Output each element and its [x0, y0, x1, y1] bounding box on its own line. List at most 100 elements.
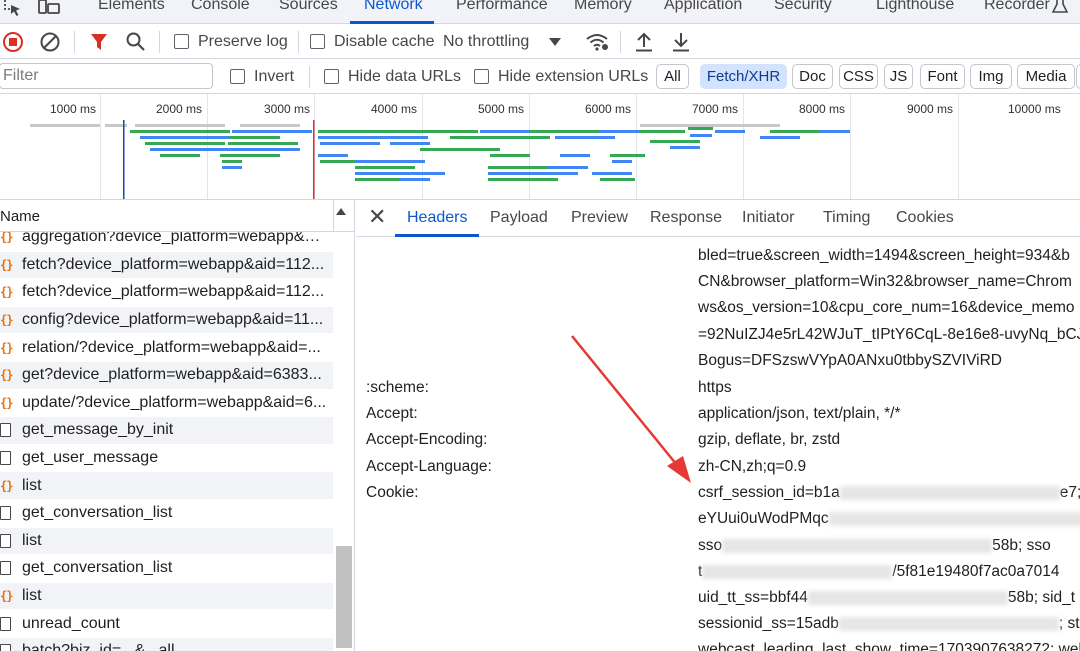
hide-data-urls-checkbox[interactable]: Hide data URLs	[324, 59, 461, 94]
fetch-request-icon: {}	[0, 313, 22, 327]
type-filter-css[interactable]: CSS	[839, 64, 878, 89]
invert-checkbox[interactable]: Invert	[230, 59, 294, 94]
request-row[interactable]: batch?biz_id=...&...all	[0, 637, 333, 651]
request-row[interactable]: {} get?device_platform=webapp&aid=6383...	[0, 361, 333, 390]
request-row[interactable]: {} fetch?device_platform=webapp&aid=112..…	[0, 279, 333, 307]
request-row[interactable]: unread_count	[0, 610, 333, 638]
document-icon	[0, 616, 22, 631]
type-filter-js[interactable]: JS	[884, 64, 913, 89]
tab-console[interactable]: Console	[191, 0, 250, 14]
type-filter-media[interactable]: Media	[1017, 64, 1075, 89]
tab-memory[interactable]: Memory	[574, 0, 632, 14]
request-bar	[220, 154, 280, 157]
request-row[interactable]: list	[0, 527, 333, 556]
clear-icon[interactable]	[40, 24, 60, 59]
column-header-name[interactable]: Name	[0, 208, 40, 225]
path-line: CN&browser_platform=Win32&browser_name=C…	[698, 273, 1072, 290]
scrollbar-thumb[interactable]	[336, 546, 352, 648]
dom-content-loaded-marker	[123, 120, 125, 199]
type-filter-img[interactable]: Img	[970, 64, 1012, 89]
type-filter-doc[interactable]: Doc	[792, 64, 833, 89]
request-row[interactable]: {} fetch?device_platform=webapp&aid=112..…	[0, 251, 333, 280]
request-row[interactable]: {} list	[0, 582, 333, 611]
detail-tab-strip: ✕ Headers Payload Preview Response Initi…	[356, 200, 1080, 237]
tab-performance[interactable]: Performance	[456, 0, 548, 14]
request-bar	[640, 124, 780, 127]
path-line: =92NuIZJ4e5rL42WJuT_tIPtY6CqL-8e16e8-uvy…	[698, 326, 1080, 343]
throttling-select[interactable]: No throttling	[443, 24, 562, 59]
type-filter-font[interactable]: Font	[920, 64, 965, 89]
request-bar	[420, 148, 500, 151]
request-bar	[480, 130, 530, 133]
request-bar	[640, 130, 685, 133]
filter-input[interactable]: Filter	[0, 63, 213, 89]
network-overview[interactable]: 1000 ms 2000 ms 3000 ms 4000 ms 5000 ms …	[0, 94, 1080, 200]
cookie-text: sso	[698, 537, 723, 554]
document-glyph	[0, 423, 11, 438]
type-filter-fetch-xhr[interactable]: Fetch/XHR	[700, 64, 787, 89]
preserve-log-checkbox[interactable]: Preserve log	[174, 24, 288, 59]
tab-timing[interactable]: Timing	[823, 209, 870, 227]
request-row[interactable]: {} config?device_platform=webapp&aid=11..…	[0, 306, 333, 335]
request-list-pane: {} aggregation?device_platform=webapp&ai.…	[0, 200, 355, 651]
disable-cache-checkbox[interactable]: Disable cache	[310, 24, 435, 59]
request-bar	[150, 148, 210, 151]
fetch-request-icon: {}	[0, 341, 22, 355]
tab-response[interactable]: Response	[650, 209, 722, 227]
tab-lighthouse[interactable]: Lighthouse	[876, 0, 954, 14]
tab-network[interactable]: Network	[364, 0, 423, 14]
request-bar	[30, 124, 100, 127]
request-bar	[232, 130, 312, 133]
request-list-header: Name	[0, 200, 354, 232]
hide-extension-urls-checkbox[interactable]: Hide extension URLs	[474, 59, 648, 94]
tab-security[interactable]: Security	[774, 0, 832, 14]
request-bar	[610, 154, 645, 157]
request-row[interactable]: {} list	[0, 472, 333, 500]
tab-initiator[interactable]: Initiator	[742, 209, 794, 227]
request-bar	[320, 142, 380, 145]
tab-sources[interactable]: Sources	[279, 0, 338, 14]
tab-payload[interactable]: Payload	[490, 209, 548, 227]
header-key-accept-encoding: Accept-Encoding:	[366, 431, 488, 448]
request-detail-pane: ✕ Headers Payload Preview Response Initi…	[356, 200, 1080, 651]
close-icon[interactable]: ✕	[368, 206, 386, 228]
request-bar	[450, 136, 550, 139]
request-row[interactable]: {} update/?device_platform=webapp&aid=6..…	[0, 390, 333, 418]
request-row[interactable]: get_message_by_init	[0, 417, 333, 445]
search-icon[interactable]	[126, 24, 145, 59]
type-filter-more[interactable]	[1076, 64, 1080, 89]
preserve-log-label: Preserve log	[198, 32, 288, 50]
tab-elements[interactable]: Elements	[98, 0, 165, 14]
type-filter-all[interactable]: All	[656, 64, 689, 89]
sort-up-icon[interactable]	[336, 208, 346, 215]
filter-icon[interactable]	[90, 24, 108, 59]
request-name: get_message_by_init	[22, 421, 174, 439]
request-row[interactable]: get_conversation_list	[0, 555, 333, 583]
document-glyph	[0, 616, 11, 631]
inspect-element-icon[interactable]	[2, 0, 24, 16]
document-icon	[0, 423, 22, 438]
tab-preview[interactable]: Preview	[571, 209, 628, 227]
redacted-blur	[839, 485, 1060, 500]
request-bar	[555, 136, 615, 139]
request-bar	[145, 142, 225, 145]
request-name: list	[22, 531, 42, 549]
request-row[interactable]: {} relation/?device_platform=webapp&aid=.…	[0, 334, 333, 362]
fetch-braces-glyph: {}	[0, 478, 13, 493]
device-toolbar-icon[interactable]	[38, 0, 60, 16]
tab-cookies[interactable]: Cookies	[896, 209, 954, 227]
request-bar	[490, 154, 530, 157]
tab-headers[interactable]: Headers	[407, 209, 467, 227]
network-conditions-icon[interactable]	[585, 24, 609, 59]
request-name: unread_count	[22, 614, 120, 632]
header-value-accept-language: zh-CN,zh;q=0.9	[698, 458, 807, 475]
cookie-text: csrf_session_id=b1a	[698, 484, 840, 501]
request-row[interactable]: get_user_message	[0, 445, 333, 473]
stop-recording-button[interactable]	[3, 24, 23, 59]
request-row[interactable]: get_conversation_list	[0, 500, 333, 528]
tab-application[interactable]: Application	[664, 0, 742, 14]
tab-recorder[interactable]: Recorder	[984, 0, 1050, 14]
redacted-blur	[722, 538, 993, 553]
export-har-icon[interactable]	[672, 24, 690, 59]
import-har-icon[interactable]	[635, 24, 653, 59]
